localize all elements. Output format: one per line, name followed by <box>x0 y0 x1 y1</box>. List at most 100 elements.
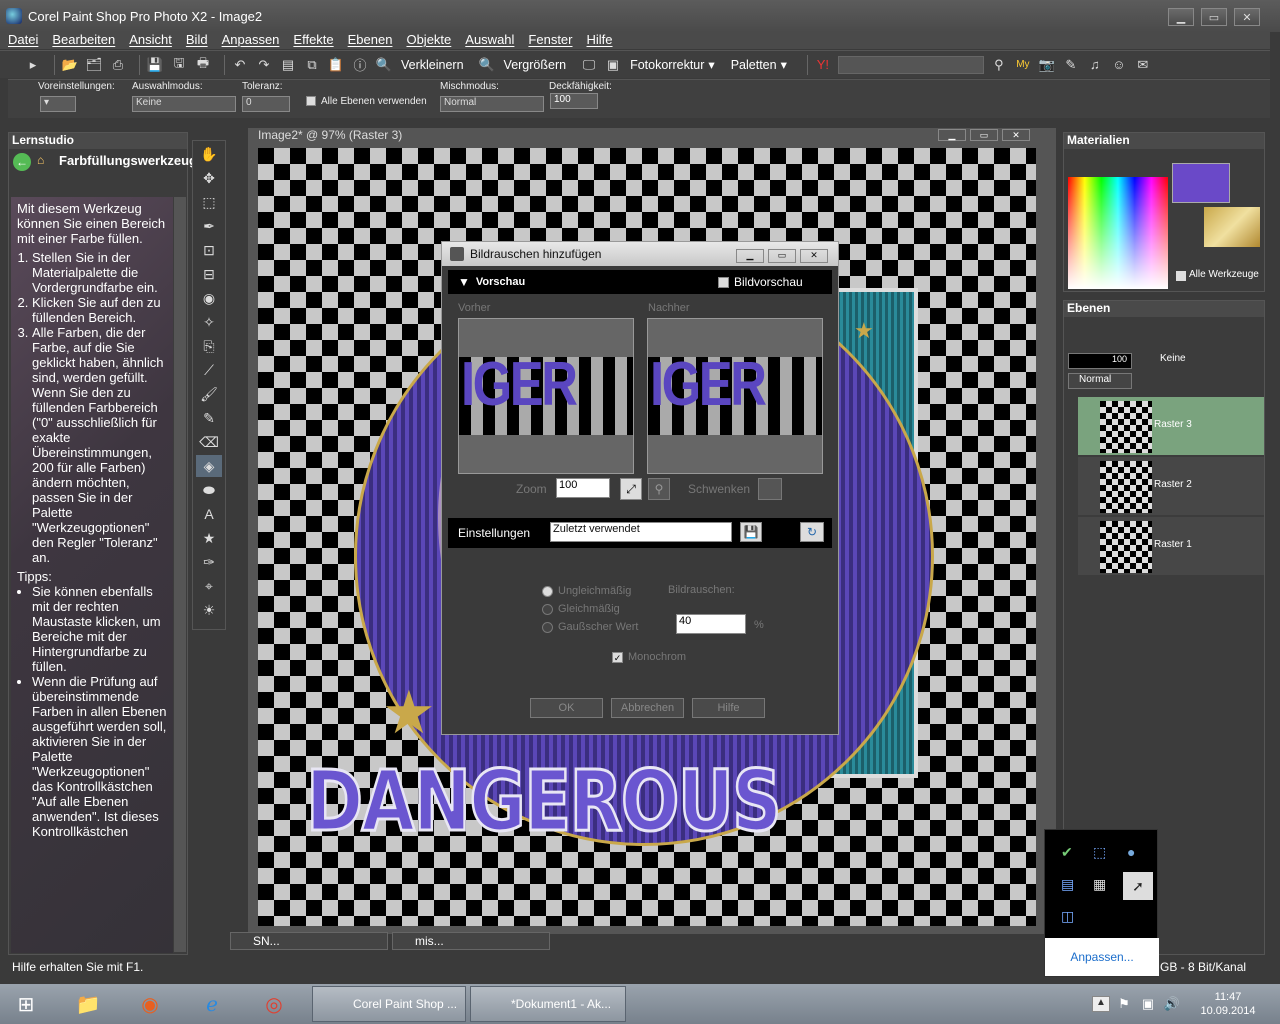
start-button-icon[interactable]: ⊞ <box>0 986 52 1022</box>
save-as-icon[interactable]: 🖫 <box>170 55 188 74</box>
airbrush-tool-icon[interactable]: ✎ <box>196 407 222 429</box>
pen-tool-icon[interactable]: ✑ <box>196 551 222 573</box>
music-icon[interactable]: ♫ <box>1086 56 1104 74</box>
scratch-tool-icon[interactable]: ⟋ <box>196 359 222 381</box>
undo-icon[interactable]: ↶ <box>231 56 249 74</box>
palettes-arrow-icon[interactable]: ▾ <box>781 57 787 72</box>
image-minimize-button[interactable]: ▁ <box>938 129 966 141</box>
fill-tool-icon[interactable]: ◈ <box>196 455 222 477</box>
photo-fix-arrow-icon[interactable]: ▾ <box>708 57 714 72</box>
layers-icon[interactable]: ▤ <box>279 56 297 74</box>
opacity-input[interactable]: 100 <box>550 93 598 109</box>
pencil-icon[interactable]: ✎ <box>1062 56 1080 74</box>
menu-ebenen[interactable]: Ebenen <box>348 32 393 49</box>
text-tool-icon[interactable]: A <box>196 503 222 525</box>
ok-button[interactable]: OK <box>530 698 603 718</box>
minimize-button[interactable]: ▁ <box>1168 8 1194 26</box>
clone-tool-icon[interactable]: ⎘ <box>196 335 222 357</box>
layer-row-raster-2[interactable]: Raster 2 <box>1078 457 1264 515</box>
save-preset-icon[interactable]: 💾 <box>740 522 762 542</box>
pan-tool-icon[interactable]: ✋ <box>196 143 222 165</box>
zoom-out-icon[interactable]: 🔍 <box>375 56 393 74</box>
show-hidden-icons[interactable]: ▲ <box>1092 996 1110 1012</box>
clock[interactable]: 11:47 10.09.2014 <box>1190 990 1266 1018</box>
warp-tool-icon[interactable]: ⌖ <box>196 575 222 597</box>
menu-anpassen[interactable]: Anpassen <box>222 32 280 49</box>
menu-effekte[interactable]: Effekte <box>293 32 333 49</box>
layer-row-raster-1[interactable]: Raster 1 <box>1078 517 1264 575</box>
menu-objekte[interactable]: Objekte <box>406 32 451 49</box>
straighten-tool-icon[interactable]: ⊟ <box>196 263 222 285</box>
menu-bild[interactable]: Bild <box>186 32 208 49</box>
eraser-tool-icon[interactable]: ⌫ <box>196 431 222 453</box>
after-preview[interactable]: IGER <box>647 318 823 474</box>
menu-hilfe[interactable]: Hilfe <box>587 32 613 49</box>
yahoo-icon[interactable]: Y! <box>814 56 832 74</box>
tray-icon-2[interactable]: ⬚ <box>1093 844 1106 861</box>
restore-button[interactable]: ▭ <box>1201 8 1227 26</box>
dialog-maximize-button[interactable]: ▭ <box>768 249 796 263</box>
search-icon[interactable]: ⚲ <box>990 56 1008 74</box>
tray-icon-1[interactable]: ✔ <box>1061 844 1073 861</box>
menu-ansicht[interactable]: Ansicht <box>129 32 172 49</box>
smiley-icon[interactable]: ☺ <box>1110 56 1128 74</box>
window-icon[interactable]: ▣ <box>604 56 622 74</box>
my-icon[interactable]: My <box>1014 56 1032 74</box>
explorer-icon[interactable]: 📁 <box>62 986 114 1022</box>
photo-fix-menu[interactable]: Fotokorrektur <box>630 58 704 72</box>
menu-auswahl[interactable]: Auswahl <box>465 32 514 49</box>
toolbar-search-field[interactable] <box>837 55 984 74</box>
eyedropper-tool-icon[interactable]: ✒ <box>196 215 222 237</box>
camera-icon[interactable]: 📷 <box>1038 56 1056 74</box>
palettes-menu[interactable]: Paletten <box>731 58 777 72</box>
info-icon[interactable]: ⓘ <box>351 56 369 74</box>
foreground-swatch[interactable] <box>1172 163 1230 203</box>
brush-tool-icon[interactable]: 🖌 <box>196 383 222 405</box>
firefox-icon[interactable]: ◉ <box>124 986 176 1022</box>
taskbar-psp[interactable]: Corel Paint Shop ... <box>312 986 466 1022</box>
layer-row-raster-3[interactable]: Raster 3 <box>1078 397 1264 455</box>
all-layers-checkbox[interactable] <box>306 96 316 106</box>
background-swatch[interactable] <box>1204 207 1260 247</box>
screen-icon[interactable]: 🖵 <box>580 56 598 74</box>
dialog-close-button[interactable]: ✕ <box>800 249 828 263</box>
back-icon[interactable]: ← <box>13 153 31 171</box>
save-icon[interactable]: 💾 <box>146 56 164 74</box>
tray-network-icon[interactable]: ▣ <box>1138 986 1158 1022</box>
tray-icon-3[interactable]: ● <box>1127 844 1135 860</box>
selection-tool-icon[interactable]: ⬚ <box>196 191 222 213</box>
fit-window-icon[interactable]: ⤢ <box>620 478 642 500</box>
radio-uneven[interactable] <box>542 586 553 597</box>
chrome-icon[interactable]: ◎ <box>248 986 300 1022</box>
before-preview[interactable]: IGER <box>458 318 634 474</box>
reset-icon[interactable]: ↻ <box>800 522 824 542</box>
minimized-window-2[interactable]: mis... <box>392 932 550 950</box>
layer-opacity-field[interactable]: 100 <box>1068 353 1132 369</box>
mail-icon[interactable]: ✉ <box>1134 56 1152 74</box>
browse-icon[interactable]: 🗂 <box>85 56 103 74</box>
menu-datei[interactable]: Datei <box>8 32 38 49</box>
learning-studio-scrollbar[interactable] <box>174 197 186 952</box>
magnifier-icon[interactable]: ⚲ <box>648 478 670 500</box>
monochrome-checkbox[interactable]: ✓ <box>612 652 623 663</box>
image-preview-checkbox[interactable] <box>718 276 729 288</box>
redo-icon[interactable]: ↷ <box>255 56 273 74</box>
customize-link[interactable]: Anpassen... <box>1045 938 1159 976</box>
image-restore-button[interactable]: ▭ <box>970 129 998 141</box>
image-close-button[interactable]: ✕ <box>1002 129 1030 141</box>
zoom-in-icon[interactable]: 🔍 <box>478 56 496 74</box>
mode-select[interactable]: Keine <box>132 96 236 112</box>
picture-tube-tool-icon[interactable]: ⬬ <box>196 479 222 501</box>
paste-icon[interactable]: 📋 <box>327 56 345 74</box>
taskbar-document[interactable]: *Dokument1 - Ak... <box>470 986 626 1022</box>
cancel-button[interactable]: Abbrechen <box>611 698 684 718</box>
radio-even[interactable] <box>542 604 553 615</box>
move-tool-icon[interactable]: ✥ <box>196 167 222 189</box>
tolerance-input[interactable]: 0 <box>242 96 290 112</box>
tray-icon-5[interactable]: ▦ <box>1093 876 1106 893</box>
help-button[interactable]: Hilfe <box>692 698 765 718</box>
tray-icon-6[interactable]: ➚ <box>1123 872 1153 900</box>
zoom-input[interactable]: 100 <box>556 478 610 498</box>
close-button[interactable]: ✕ <box>1234 8 1260 26</box>
internet-explorer-icon[interactable]: ℯ <box>186 986 238 1022</box>
